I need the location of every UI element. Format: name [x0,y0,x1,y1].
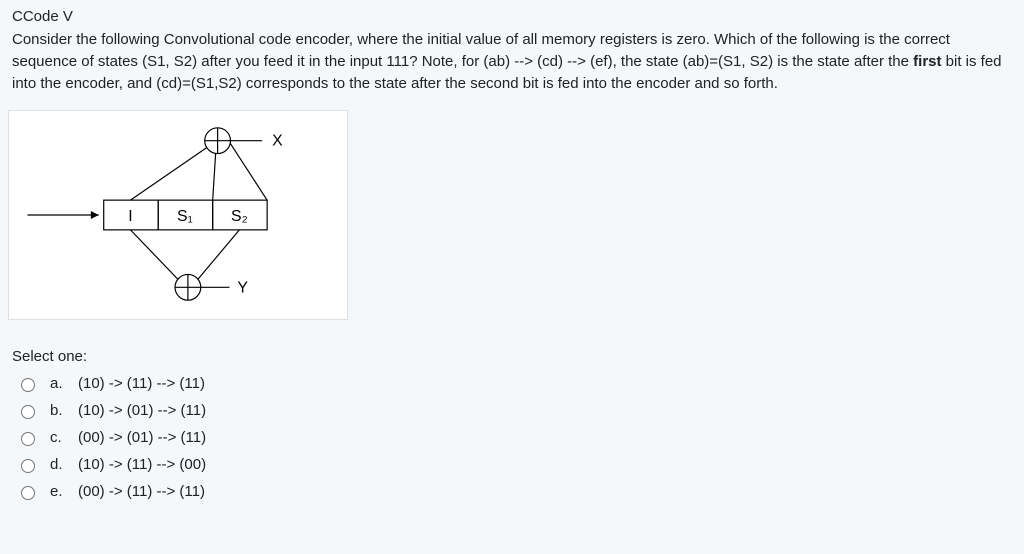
encoder-diagram: I S₁ S₂ X Y [8,110,348,320]
option-text: (10) -> (01) --> (11) [78,402,206,419]
page-title: CCode V [12,8,1012,25]
option-row: d. (10) -> (11) --> (00) [16,456,1012,473]
options-list: a. (10) -> (11) --> (11) b. (10) -> (01) --… [12,375,1012,500]
option-letter: a. [50,375,66,392]
s2-box-label: S₂ [231,208,248,225]
option-radio[interactable] [21,486,35,500]
option-radio[interactable] [21,432,35,446]
option-row: e. (00) -> (11) --> (11) [16,483,1012,500]
option-row: a. (10) -> (11) --> (11) [16,375,1012,392]
option-radio[interactable] [21,378,35,392]
option-text: (00) -> (01) --> (11) [78,429,206,446]
s1-box-label: S₁ [177,208,193,225]
option-text: (10) -> (11) --> (11) [78,375,205,392]
option-text: (00) -> (11) --> (11) [78,483,205,500]
option-letter: e. [50,483,66,500]
option-letter: c. [50,429,66,446]
input-box-label: I [128,208,132,225]
option-letter: b. [50,402,66,419]
select-one-label: Select one: [12,348,1012,365]
question-text: Consider the following Convolutional cod… [12,29,1012,94]
y-output-label: Y [237,280,248,297]
option-letter: d. [50,456,66,473]
option-radio[interactable] [21,405,35,419]
option-row: b. (10) -> (01) --> (11) [16,402,1012,419]
option-text: (10) -> (11) --> (00) [78,456,206,473]
option-radio[interactable] [21,459,35,473]
option-row: c. (00) -> (01) --> (11) [16,429,1012,446]
x-output-label: X [272,133,283,150]
